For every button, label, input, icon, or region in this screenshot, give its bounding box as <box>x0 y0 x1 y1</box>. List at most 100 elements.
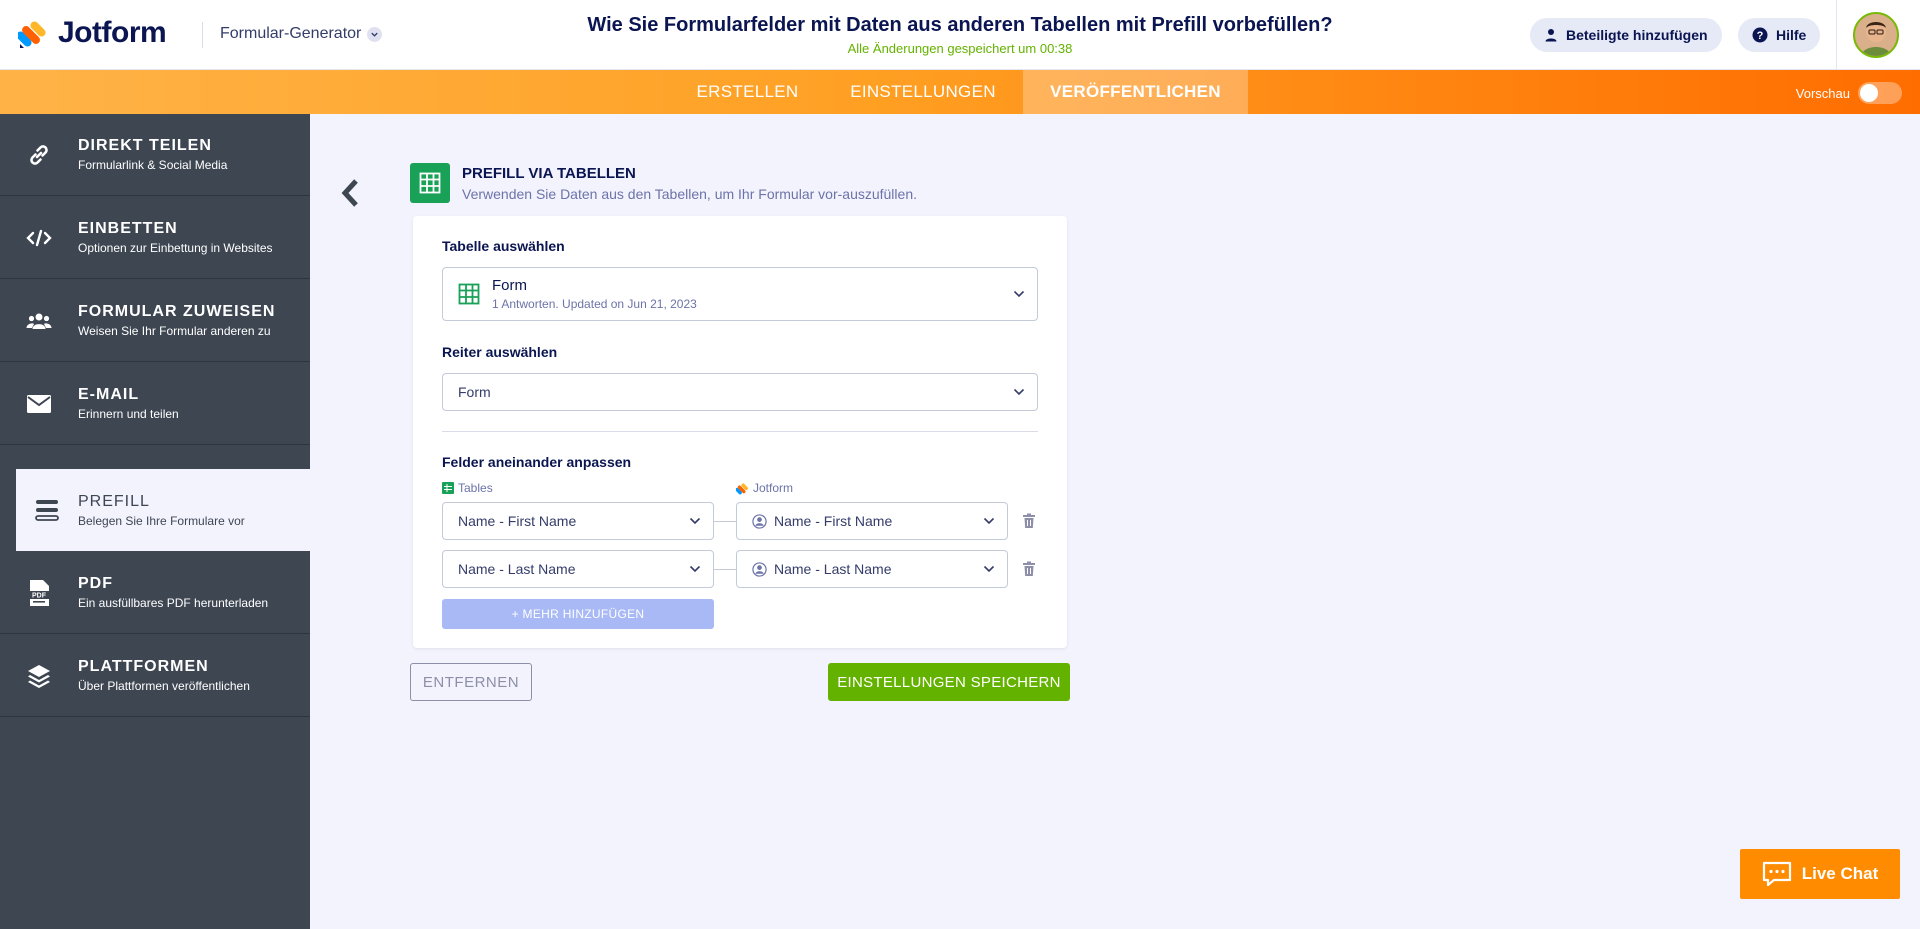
jotform-logo[interactable]: Jotform <box>18 16 167 50</box>
chevron-down-icon <box>367 26 383 42</box>
remove-button[interactable]: ENTFERNEN <box>410 663 532 701</box>
sidebar-item-einbetten[interactable]: EINBETTEN Optionen zur Einbettung in Webs… <box>0 197 310 279</box>
preview-toggle-group: Vorschau <box>1796 82 1902 104</box>
tables-field-select[interactable]: Name - Last Name <box>442 550 714 588</box>
publish-sidebar: DIREKT TEILEN Formularlink & Social Media… <box>0 114 310 929</box>
tables-icon <box>458 283 480 305</box>
svg-text:?: ? <box>1757 30 1764 42</box>
jotform-field-select[interactable]: Name - Last Name <box>736 550 1008 588</box>
tables-column-label: Tables <box>458 481 493 495</box>
sidebar-item-direkt-teilen[interactable]: DIREKT TEILEN Formularlink & Social Media <box>0 114 310 196</box>
top-header: Jotform Formular-Generator Wie Sie Formu… <box>0 0 1920 70</box>
sidebar-item-title: EINBETTEN <box>78 220 178 237</box>
sidebar-item-subtitle: Weisen Sie Ihr Formular anderen zu <box>78 324 271 338</box>
help-label: Hilfe <box>1776 27 1807 43</box>
tables-column-header: Tables <box>442 481 493 495</box>
sidebar-item-title: E-MAIL <box>78 386 140 403</box>
logo-text: Jotform <box>58 16 167 49</box>
envelope-icon <box>0 394 78 414</box>
prefill-icon <box>16 499 78 521</box>
chevron-down-icon <box>983 565 995 573</box>
prefill-settings-card: Tabelle auswählen Form 1 Antworten. Upda… <box>413 216 1067 648</box>
jotform-field-value: Name - Last Name <box>774 561 892 577</box>
back-button[interactable] <box>336 178 364 208</box>
tab-veroeffentlichen[interactable]: VERÖFFENTLICHEN <box>1023 70 1248 114</box>
tab-einstellungen[interactable]: EINSTELLUNGEN <box>830 70 1016 114</box>
sidebar-item-formular-zuweisen[interactable]: FORMULAR ZUWEISEN Weisen Sie Ihr Formular… <box>0 280 310 362</box>
jotform-column-label: Jotform <box>753 481 794 495</box>
preview-label: Vorschau <box>1795 85 1850 101</box>
form-title-block: Wie Sie Formularfelder mit Daten aus and… <box>560 14 1360 56</box>
jotform-field-value: Name - First Name <box>774 513 893 529</box>
chevron-down-icon <box>1013 388 1025 396</box>
tab-select-label: Reiter auswählen <box>442 344 558 360</box>
jotform-field-select[interactable]: Name - First Name <box>736 502 1008 540</box>
tab-erstellen[interactable]: ERSTELLEN <box>680 70 815 114</box>
sidebar-item-subtitle: Optionen zur Einbettung in Websites <box>78 241 273 255</box>
sidebar-item-title: PREFILL <box>78 492 150 510</box>
add-participants-button[interactable]: Beteiligte hinzufügen <box>1530 18 1722 52</box>
sidebar-item-subtitle: Ein ausfüllbares PDF herunterladen <box>78 596 269 610</box>
form-title[interactable]: Wie Sie Formularfelder mit Daten aus and… <box>560 14 1360 37</box>
code-icon <box>0 229 78 247</box>
avatar[interactable] <box>1853 12 1899 58</box>
jotform-column-header: Jotform <box>736 481 793 495</box>
sidebar-item-prefill[interactable]: PREFILL Belegen Sie Ihre Formulare vor <box>16 469 310 551</box>
tables-field-select[interactable]: Name - First Name <box>442 502 714 540</box>
sidebar-item-subtitle: Erinnern und teilen <box>78 407 179 421</box>
header-divider <box>202 22 203 48</box>
builder-switch-label: Formular-Generator <box>220 25 362 42</box>
table-select[interactable]: Form 1 Antworten. Updated on Jun 21, 202… <box>442 267 1038 321</box>
pdf-icon: PDF <box>0 579 78 607</box>
builder-nav: ERSTELLEN EINSTELLUNGEN VERÖFFENTLICHEN … <box>0 70 1920 114</box>
header-separator <box>1836 0 1837 70</box>
chevron-down-icon <box>983 517 995 525</box>
sidebar-item-title: DIREKT TEILEN <box>78 137 212 154</box>
sidebar-item-pdf[interactable]: PDF PDF Ein ausfüllbares PDF herunterlade… <box>0 552 310 634</box>
jotform-logo-icon <box>18 21 46 48</box>
tables-icon <box>442 482 454 494</box>
section-divider <box>442 431 1038 432</box>
section-title: PREFILL VIA TABELLEN <box>462 165 636 182</box>
mapping-connector <box>714 521 736 522</box>
live-chat-button[interactable]: Live Chat <box>1740 849 1900 899</box>
table-select-meta: 1 Antworten. Updated on Jun 21, 2023 <box>492 297 697 311</box>
add-participants-label: Beteiligte hinzufügen <box>1566 27 1708 43</box>
chevron-left-icon <box>341 179 358 207</box>
sidebar-item-plattformen[interactable]: PLATTFORMEN Über Plattformen veröffentlic… <box>0 635 310 717</box>
trash-icon[interactable] <box>1022 561 1036 577</box>
preview-toggle[interactable] <box>1858 82 1902 104</box>
builder-switch[interactable]: Formular-Generator <box>220 25 383 43</box>
name-field-icon <box>752 561 767 577</box>
table-select-name: Form <box>492 277 527 294</box>
tables-field-value: Name - Last Name <box>458 561 576 577</box>
sidebar-item-title: FORMULAR ZUWEISEN <box>78 303 276 320</box>
chevron-down-icon <box>689 565 701 573</box>
toggle-knob <box>1860 84 1878 102</box>
tab-select-value: Form <box>458 384 491 400</box>
jotform-logo-icon <box>736 483 748 494</box>
sidebar-item-email[interactable]: E-MAIL Erinnern und teilen <box>0 363 310 445</box>
tables-icon <box>410 163 450 203</box>
name-field-icon <box>752 513 767 529</box>
sidebar-item-subtitle: Belegen Sie Ihre Formulare vor <box>78 513 245 528</box>
mapping-connector <box>714 569 736 570</box>
sidebar-item-title: PDF <box>78 575 113 592</box>
chevron-down-icon <box>1013 290 1025 298</box>
match-fields-label: Felder aneinander anpassen <box>442 454 632 470</box>
add-more-button[interactable]: + MEHR HINZUFÜGEN <box>442 599 714 629</box>
tables-field-value: Name - First Name <box>458 513 577 529</box>
sidebar-item-subtitle: Formularlink & Social Media <box>78 158 228 172</box>
sidebar-item-subtitle: Über Plattformen veröffentlichen <box>78 679 250 693</box>
help-icon: ? <box>1752 27 1768 43</box>
trash-icon[interactable] <box>1022 513 1036 529</box>
save-settings-button[interactable]: EINSTELLUNGEN SPEICHERN <box>828 663 1070 701</box>
saved-status: Alle Änderungen gespeichert um 00:38 <box>847 41 1073 56</box>
chat-icon <box>1762 861 1791 887</box>
link-icon <box>0 142 78 168</box>
tab-select[interactable]: Form <box>442 373 1038 411</box>
svg-text:PDF: PDF <box>32 592 47 599</box>
users-icon <box>0 312 78 330</box>
user-icon <box>1545 29 1557 42</box>
help-button[interactable]: ? Hilfe <box>1738 18 1821 52</box>
